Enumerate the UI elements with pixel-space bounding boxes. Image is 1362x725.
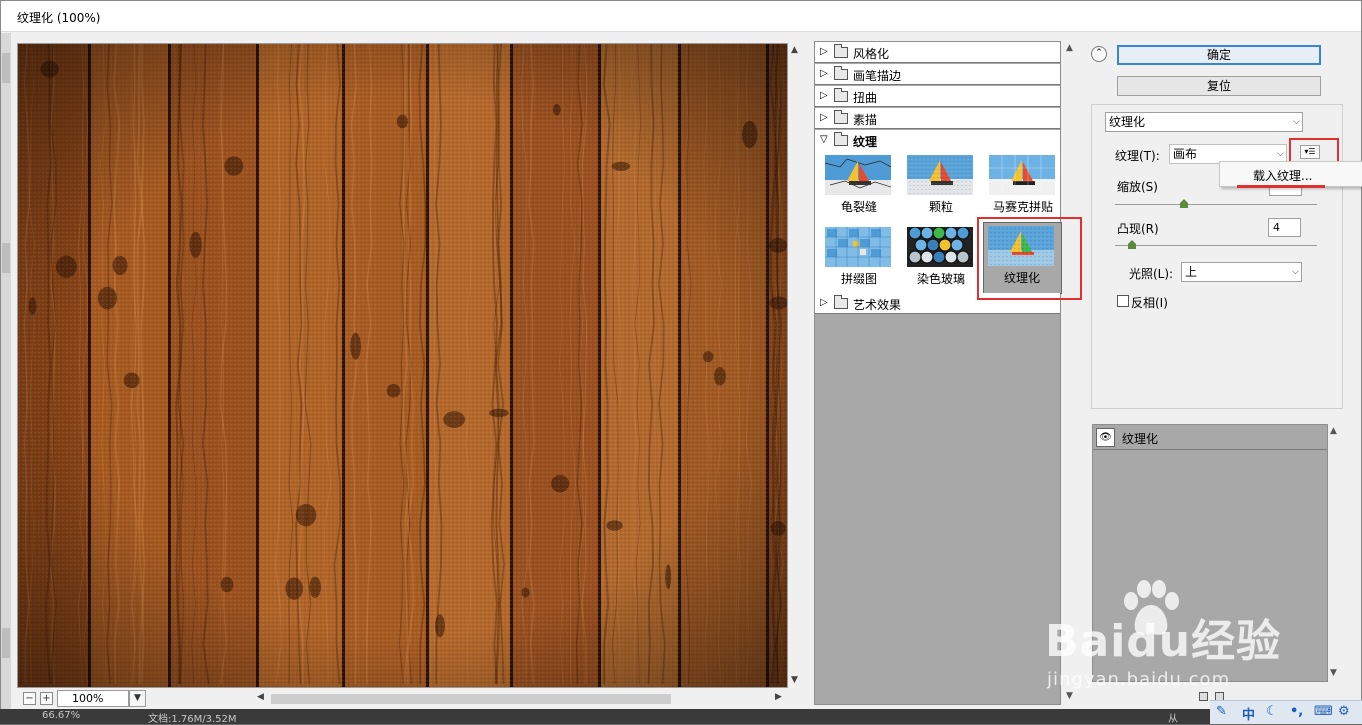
left-edge-strip — [1, 33, 11, 717]
preview-zoom-bar: − + 100% ▼ ◀ ▶ — [17, 689, 804, 709]
expand-triangle-icon: ▷ — [820, 68, 828, 79]
zoom-in-button[interactable]: + — [40, 692, 53, 705]
scroll-up-icon[interactable]: ▲ — [1330, 426, 1337, 436]
ime-mode-label[interactable]: 中 — [1242, 704, 1255, 723]
mosaic-tiles-preview-image — [989, 155, 1055, 195]
highlight-texturizer-thumbnail — [977, 217, 1082, 300]
watermark-main-text: Baidu经验 — [1045, 616, 1282, 667]
chevron-down-icon: ⌵ — [1293, 117, 1300, 127]
scaling-slider-track[interactable] — [1115, 204, 1317, 205]
stained-glass-preview-image — [907, 227, 973, 267]
invert-checkbox[interactable] — [1117, 295, 1129, 307]
thumbnail-grain[interactable]: 颗粒 — [903, 152, 979, 224]
collapse-triangle-icon: ▽ — [820, 134, 828, 145]
folder-icon — [834, 295, 848, 309]
category-distort[interactable]: ▷ 扭曲 — [815, 86, 1060, 107]
watermark-url-text: jingyan.baidu.com — [1047, 669, 1231, 690]
folder-icon — [834, 110, 848, 124]
gear-icon[interactable]: ⚙ — [1338, 704, 1350, 719]
zoom-level-field[interactable]: 100% — [57, 690, 129, 707]
host-zoom-readout: 66.67% — [42, 710, 81, 721]
scrollbar-thumb[interactable] — [271, 694, 671, 704]
chevron-down-icon: ▼ — [134, 693, 141, 703]
host-status-bar: 66.67% 文档:1.76M/3.52M 从 — [0, 709, 1362, 725]
chevron-up-icon: ⌃ — [1095, 48, 1103, 58]
window-title: 纹理化 (100%) — [17, 11, 101, 25]
folder-icon — [834, 66, 848, 80]
category-texture[interactable]: ▽ 纹理 — [815, 130, 1060, 151]
title-bar: 纹理化 (100%) — [1, 1, 1361, 32]
reset-button[interactable]: 复位 — [1117, 76, 1321, 96]
expand-triangle-icon: ▷ — [820, 297, 828, 308]
expand-triangle-icon: ▷ — [820, 112, 828, 123]
filter-select[interactable]: 纹理化 ⌵ — [1105, 112, 1303, 132]
highlight-texture-menu-button — [1289, 138, 1339, 163]
host-doc-size: 文档:1.76M/3.52M — [148, 714, 237, 725]
preview-horizontal-scrollbar[interactable]: ◀ ▶ — [257, 692, 787, 706]
texture-menu-popup: 载入纹理... — [1219, 161, 1362, 187]
wood-plank-texture-image — [18, 44, 787, 687]
category-brush-strokes[interactable]: ▷ 画笔描边 — [815, 64, 1060, 85]
patchwork-preview-image — [825, 227, 891, 267]
scroll-down-icon[interactable]: ▼ — [791, 675, 798, 685]
ok-button[interactable]: 确定 — [1117, 45, 1321, 65]
filter-gallery-dialog: 纹理化 (100%) ▲ ▼ − + 100% ▼ ◀ ▶ ▷ 风格化 ▷ 画笔… — [0, 0, 1362, 717]
expand-triangle-icon: ▷ — [820, 46, 828, 57]
preview-vertical-scrollbar[interactable]: ▲ ▼ — [788, 43, 804, 688]
folder-open-icon — [834, 132, 848, 146]
invert-label: 反相(I) — [1131, 296, 1168, 310]
texture-label: 纹理(T): — [1115, 149, 1160, 163]
eye-icon[interactable]: 👁 — [1096, 428, 1115, 447]
light-select[interactable]: 上 ⌵ — [1181, 262, 1302, 282]
zoom-out-button[interactable]: − — [23, 692, 36, 705]
craquelure-preview-image — [825, 155, 891, 195]
pencil-icon[interactable]: ✎ — [1216, 704, 1227, 719]
host-side-text: 从 — [1168, 714, 1178, 725]
thumbnail-stained-glass[interactable]: 染色玻璃 — [903, 224, 979, 296]
relief-input[interactable]: 4 — [1268, 218, 1301, 237]
preview-image[interactable] — [17, 43, 788, 688]
category-sketch[interactable]: ▷ 素描 — [815, 108, 1060, 129]
highlight-load-texture-underline — [1237, 185, 1325, 188]
scroll-left-icon[interactable]: ◀ — [257, 692, 264, 702]
chevron-down-icon: ⌵ — [1292, 267, 1299, 277]
folder-icon — [834, 88, 848, 102]
thumbnail-craquelure[interactable]: 龟裂缝 — [821, 152, 897, 224]
expand-triangle-icon: ▷ — [820, 90, 828, 101]
filter-gallery-tree: ▷ 风格化 ▷ 画笔描边 ▷ 扭曲 ▷ 素描 ▽ 纹理 龟裂缝 颗粒 马赛克拼贴… — [814, 41, 1062, 705]
scroll-right-icon[interactable]: ▶ — [775, 692, 782, 702]
light-label: 光照(L): — [1129, 267, 1174, 281]
category-stylize[interactable]: ▷ 风格化 — [815, 42, 1060, 63]
grain-preview-image — [907, 155, 973, 195]
folder-icon — [834, 44, 848, 58]
thumbnail-patchwork[interactable]: 拼缀图 — [821, 224, 897, 296]
relief-label: 凸现(R) — [1117, 222, 1159, 236]
collapse-gallery-button[interactable]: ⌃ — [1091, 46, 1107, 62]
scroll-up-icon[interactable]: ▲ — [1066, 43, 1073, 53]
moon-icon[interactable]: ☾ — [1266, 704, 1278, 719]
ime-tray: ✎ 中 ☾ •, ⌨ ⚙ — [1210, 700, 1362, 724]
keyboard-icon[interactable]: ⌨ — [1314, 704, 1333, 719]
baidu-jingyan-watermark: Baidu经验 jingyan.baidu.com — [1031, 577, 1341, 697]
zoom-dropdown-button[interactable]: ▼ — [129, 690, 146, 707]
scroll-up-icon[interactable]: ▲ — [791, 45, 798, 55]
thumbnail-mosaic-tiles[interactable]: 马赛克拼贴 — [985, 152, 1061, 224]
relief-slider-track[interactable] — [1115, 245, 1317, 246]
load-texture-menu-item[interactable]: 载入纹理... — [1253, 167, 1312, 184]
scaling-label: 缩放(S) — [1117, 180, 1158, 194]
punctuation-icon[interactable]: •, — [1290, 704, 1303, 719]
effect-layer-row[interactable]: 👁 纹理化 — [1093, 425, 1327, 450]
